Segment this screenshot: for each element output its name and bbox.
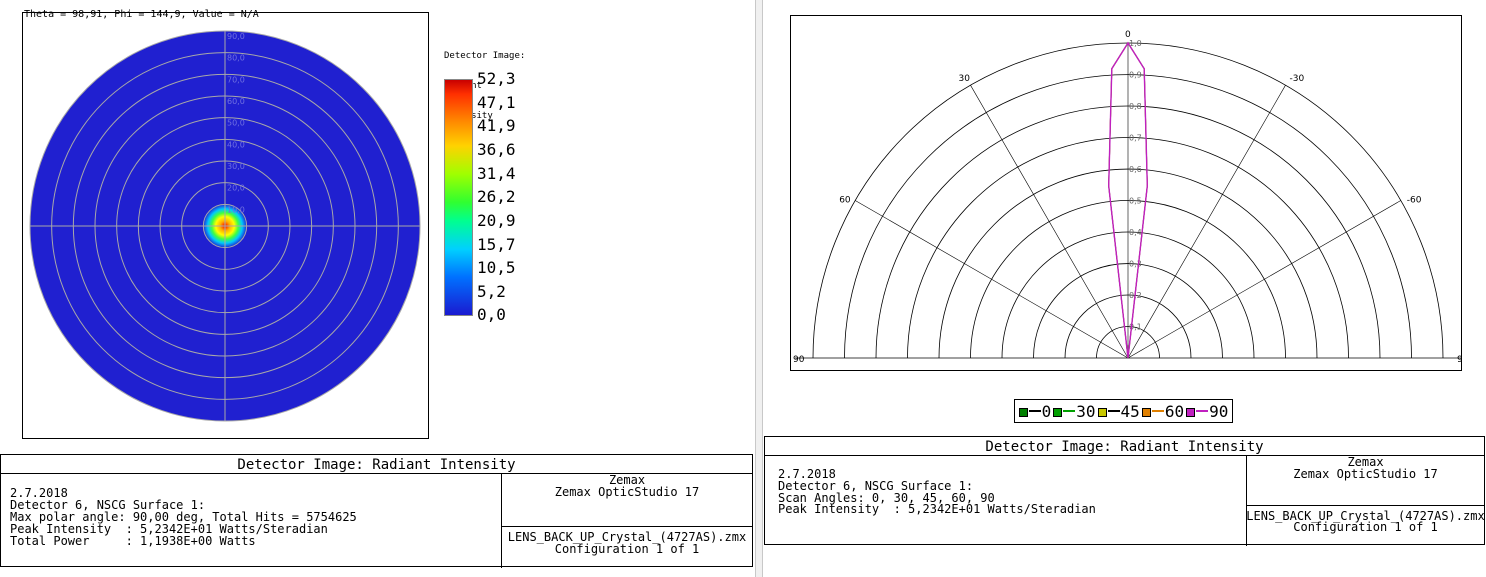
polar-plot-frame[interactable]: 0 30 -30 60 -60 90 9 1,0 0,9 0,8 0,7 0,6 0,5 0,4 0,3 0,…	[790, 15, 1463, 371]
legend-marker	[1141, 407, 1151, 417]
info-line: Total Power : 1,1938E+00 Watts	[10, 534, 256, 548]
colorbar-tick-label: 15,7	[477, 235, 516, 254]
config-label: Configuration 1 of 1	[1293, 520, 1438, 534]
radial-tick-label: 0,4	[1129, 228, 1142, 237]
colorbar-tick-label: 26,2	[477, 187, 516, 206]
brand-product: Zemax OpticStudio 17	[554, 485, 700, 499]
colorbar-tick-label: 20,9	[477, 211, 516, 230]
info-line: Peak Intensity : 5,2342E+01 Watts/Sterad…	[778, 502, 1096, 516]
radial-tick-label: 0,3	[1129, 260, 1142, 269]
legend-label: 0	[1041, 401, 1052, 421]
info-divider	[1246, 505, 1484, 506]
ring-tick-label: 70,0	[227, 75, 245, 84]
grid-spoke	[1127, 200, 1401, 359]
angle-tick-label: 9	[1457, 355, 1461, 365]
colorbar-tick-label: 52,3	[477, 69, 516, 88]
pane-splitter[interactable]	[755, 0, 763, 577]
ring-tick-label: 40,0	[227, 140, 245, 149]
legend-item: 0	[1018, 401, 1052, 421]
radial-tick-label: 0,6	[1129, 165, 1142, 174]
colorbar-tick-label: 0,0	[477, 305, 506, 324]
ring-tick-label: 80,0	[227, 54, 245, 63]
legend-line	[1028, 410, 1041, 412]
legend-item: 60	[1141, 401, 1185, 421]
legend-marker	[1018, 407, 1028, 417]
legend-label: 90	[1209, 401, 1229, 421]
colorbar-tick-label: 10,5	[477, 258, 516, 277]
brand-product: Zemax OpticStudio 17	[1293, 467, 1438, 481]
ring-tick-label: 50,0	[227, 119, 245, 128]
legend-label: 45	[1120, 401, 1140, 421]
config-label: Configuration 1 of 1	[554, 542, 700, 556]
analysis-info-box: Detector Image: Radiant Intensity 2.7.20…	[0, 454, 753, 568]
info-title: Detector Image: Radiant Intensity	[985, 439, 1264, 455]
radial-tick-label: 0,7	[1129, 134, 1142, 143]
series-legend: 0 30 45 60 90	[1014, 399, 1233, 423]
analysis-info-box: Detector Image: Radiant Intensity 2.7.20…	[764, 436, 1485, 546]
ring-tick-label: 30,0	[227, 162, 245, 171]
ring-tick-label: 20,0	[227, 184, 245, 193]
colorbar	[444, 79, 473, 316]
colorbar-tick-label: 31,4	[477, 164, 516, 183]
cursor-readout: Theta = 98,91, Phi = 144,9, Value = N/A	[24, 9, 259, 20]
colorbar-tick-label: 41,9	[477, 116, 516, 135]
angle-tick-label: 60	[839, 196, 851, 206]
angle-tick-label: -60	[1407, 196, 1422, 206]
right-analysis-pane: 0 30 -30 60 -60 90 9 1,0 0,9 0,8 0,7 0,6 0,5 0,4 0,3 0,…	[763, 0, 1486, 577]
legend-marker	[1097, 407, 1107, 417]
legend-line	[1063, 410, 1076, 412]
legend-item: 30	[1053, 401, 1096, 421]
ring-tick-label: 10,0	[227, 205, 245, 214]
legend-marker	[1053, 407, 1063, 417]
angle-tick-label: 30	[959, 74, 971, 84]
legend-item: 45	[1097, 401, 1140, 421]
colorbar-tick-label: 5,2	[477, 282, 506, 301]
legend-item: 90	[1186, 402, 1228, 421]
info-divider	[501, 526, 752, 527]
legend-label: 60	[1164, 401, 1185, 421]
legend-line	[1107, 410, 1120, 412]
colorbar-tick-label: 36,6	[477, 140, 516, 159]
radial-tick-label: 0,8	[1129, 102, 1142, 111]
angle-tick-label: 90	[793, 355, 805, 365]
left-analysis-pane: 90,0 80,0 70,0 60,0 50,0 40,0 30,0 20,0 10,0 The…	[0, 0, 755, 577]
colorbar-title-line: Detector Image:	[444, 51, 526, 61]
legend-marker	[1186, 407, 1196, 417]
ring-tick-label: 60,0	[227, 97, 245, 106]
info-title: Detector Image: Radiant Intensity	[237, 457, 516, 473]
legend-label: 30	[1076, 401, 1096, 421]
legend-line	[1196, 410, 1209, 412]
grid-spoke	[970, 85, 1129, 359]
polar-line-chart: 030 -3060 -6090 91,00,90,80,70,60,50,40,30,…	[793, 30, 1463, 365]
grid-spoke	[855, 200, 1129, 359]
grid-spoke	[1127, 85, 1286, 359]
radial-tick-label: 0,5	[1129, 197, 1142, 206]
angle-tick-label: -30	[1290, 74, 1305, 84]
colorbar-tick-label: 47,1	[477, 93, 516, 112]
ring-tick-label: 90,0	[227, 32, 245, 41]
radial-tick-label: 0,9	[1129, 71, 1142, 80]
legend-line	[1151, 410, 1164, 412]
